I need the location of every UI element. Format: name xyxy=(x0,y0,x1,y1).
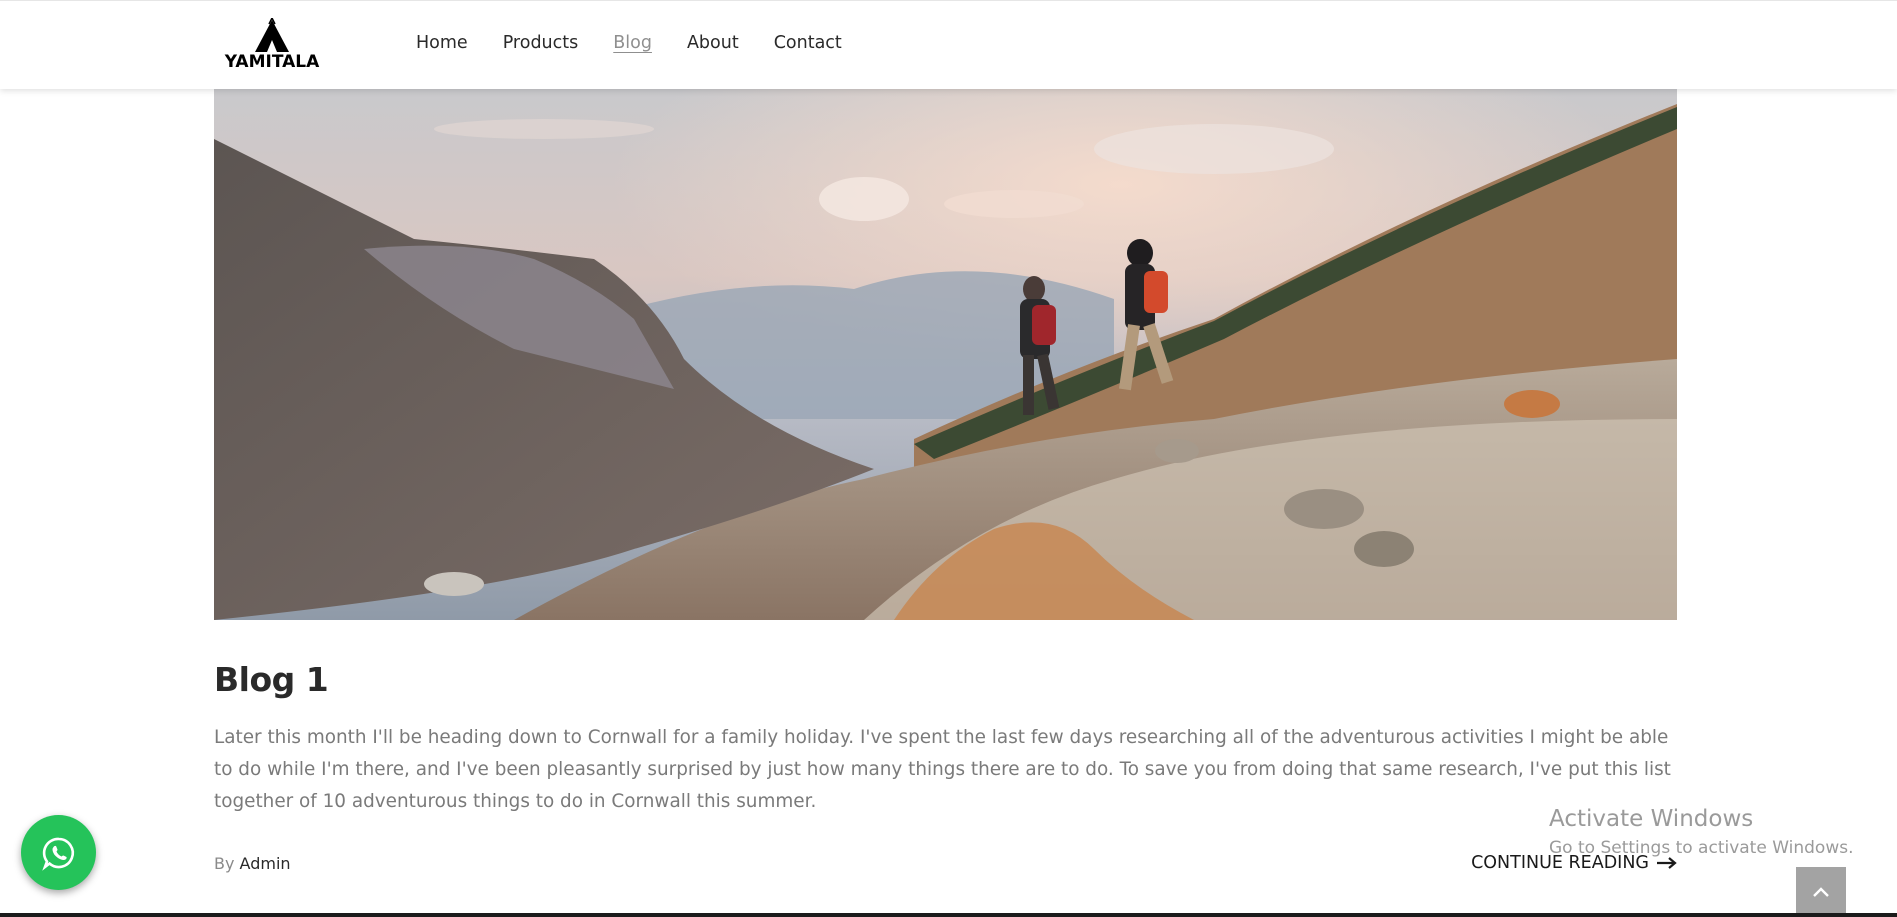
nav-home[interactable]: Home xyxy=(416,33,468,53)
tent-logo-icon xyxy=(255,18,289,52)
nav-blog[interactable]: Blog xyxy=(613,33,652,53)
whatsapp-button[interactable] xyxy=(21,815,96,890)
arrow-right-icon xyxy=(1657,857,1677,869)
nav-contact[interactable]: Contact xyxy=(774,33,842,53)
site-logo[interactable]: YAMITALA xyxy=(214,18,330,74)
chevron-up-icon xyxy=(1813,887,1829,897)
post-title[interactable]: Blog 1 xyxy=(214,660,329,699)
site-header: YAMITALA Home Products Blog About Contac… xyxy=(0,0,1897,89)
whatsapp-icon xyxy=(41,837,74,871)
blog-hero-image[interactable] xyxy=(214,89,1677,620)
hikers-mountain-image xyxy=(214,89,1677,620)
post-excerpt: Later this month I'll be heading down to… xyxy=(214,727,1671,812)
by-label: By xyxy=(214,854,235,873)
main-nav: Home Products Blog About Contact xyxy=(416,33,877,53)
watermark-line-2: Go to Settings to activate Windows. xyxy=(1549,838,1854,858)
post-author[interactable]: Admin xyxy=(240,854,291,873)
footer-edge xyxy=(0,913,1897,917)
activate-windows-watermark: Activate Windows Go to Settings to activ… xyxy=(1549,806,1854,858)
nav-products[interactable]: Products xyxy=(503,33,579,53)
scroll-to-top-button[interactable] xyxy=(1796,867,1846,917)
post-meta: By Admin xyxy=(214,854,291,873)
logo-text: YAMITALA xyxy=(224,52,320,72)
nav-about[interactable]: About xyxy=(687,33,739,53)
watermark-line-1: Activate Windows xyxy=(1549,806,1754,832)
